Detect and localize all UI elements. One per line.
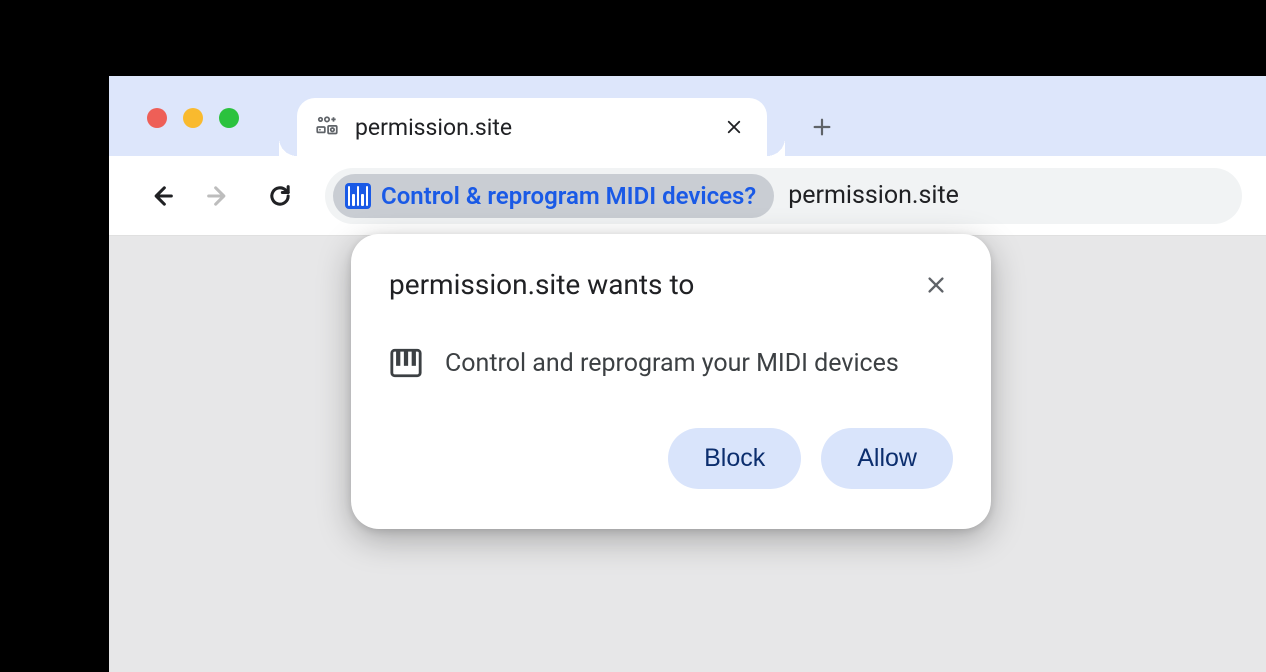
allow-button[interactable]: Allow [821, 428, 953, 489]
tab-close-button[interactable] [721, 114, 747, 140]
window-maximize-button[interactable] [219, 108, 239, 128]
back-button[interactable] [139, 173, 185, 219]
permission-item: Control and reprogram your MIDI devices [389, 346, 953, 380]
window-controls [147, 108, 239, 128]
browser-window: permission.site [109, 76, 1266, 672]
permission-chip[interactable]: Control & reprogram MIDI devices? [333, 174, 774, 218]
permission-prompt-title: permission.site wants to [389, 268, 694, 301]
permission-prompt-close-button[interactable] [919, 268, 953, 302]
permission-prompt: permission.site wants to Control and rep… [351, 234, 991, 529]
window-minimize-button[interactable] [183, 108, 203, 128]
browser-tab[interactable]: permission.site [297, 98, 767, 156]
new-tab-button[interactable] [799, 104, 845, 150]
permission-chip-label: Control & reprogram MIDI devices? [381, 182, 756, 210]
address-bar[interactable]: Control & reprogram MIDI devices? permis… [325, 168, 1242, 224]
block-button[interactable]: Block [668, 428, 801, 489]
permission-text: Control and reprogram your MIDI devices [445, 349, 899, 378]
toolbar: Control & reprogram MIDI devices? permis… [109, 156, 1266, 236]
reload-button[interactable] [257, 173, 303, 219]
midi-icon [389, 346, 423, 380]
forward-button[interactable] [195, 173, 241, 219]
tab-strip: permission.site [109, 76, 1266, 156]
tab-title: permission.site [355, 114, 721, 141]
tab-favicon-icon [313, 113, 341, 141]
url-text: permission.site [788, 181, 959, 210]
window-close-button[interactable] [147, 108, 167, 128]
permission-prompt-actions: Block Allow [389, 428, 953, 489]
midi-icon [345, 183, 371, 209]
